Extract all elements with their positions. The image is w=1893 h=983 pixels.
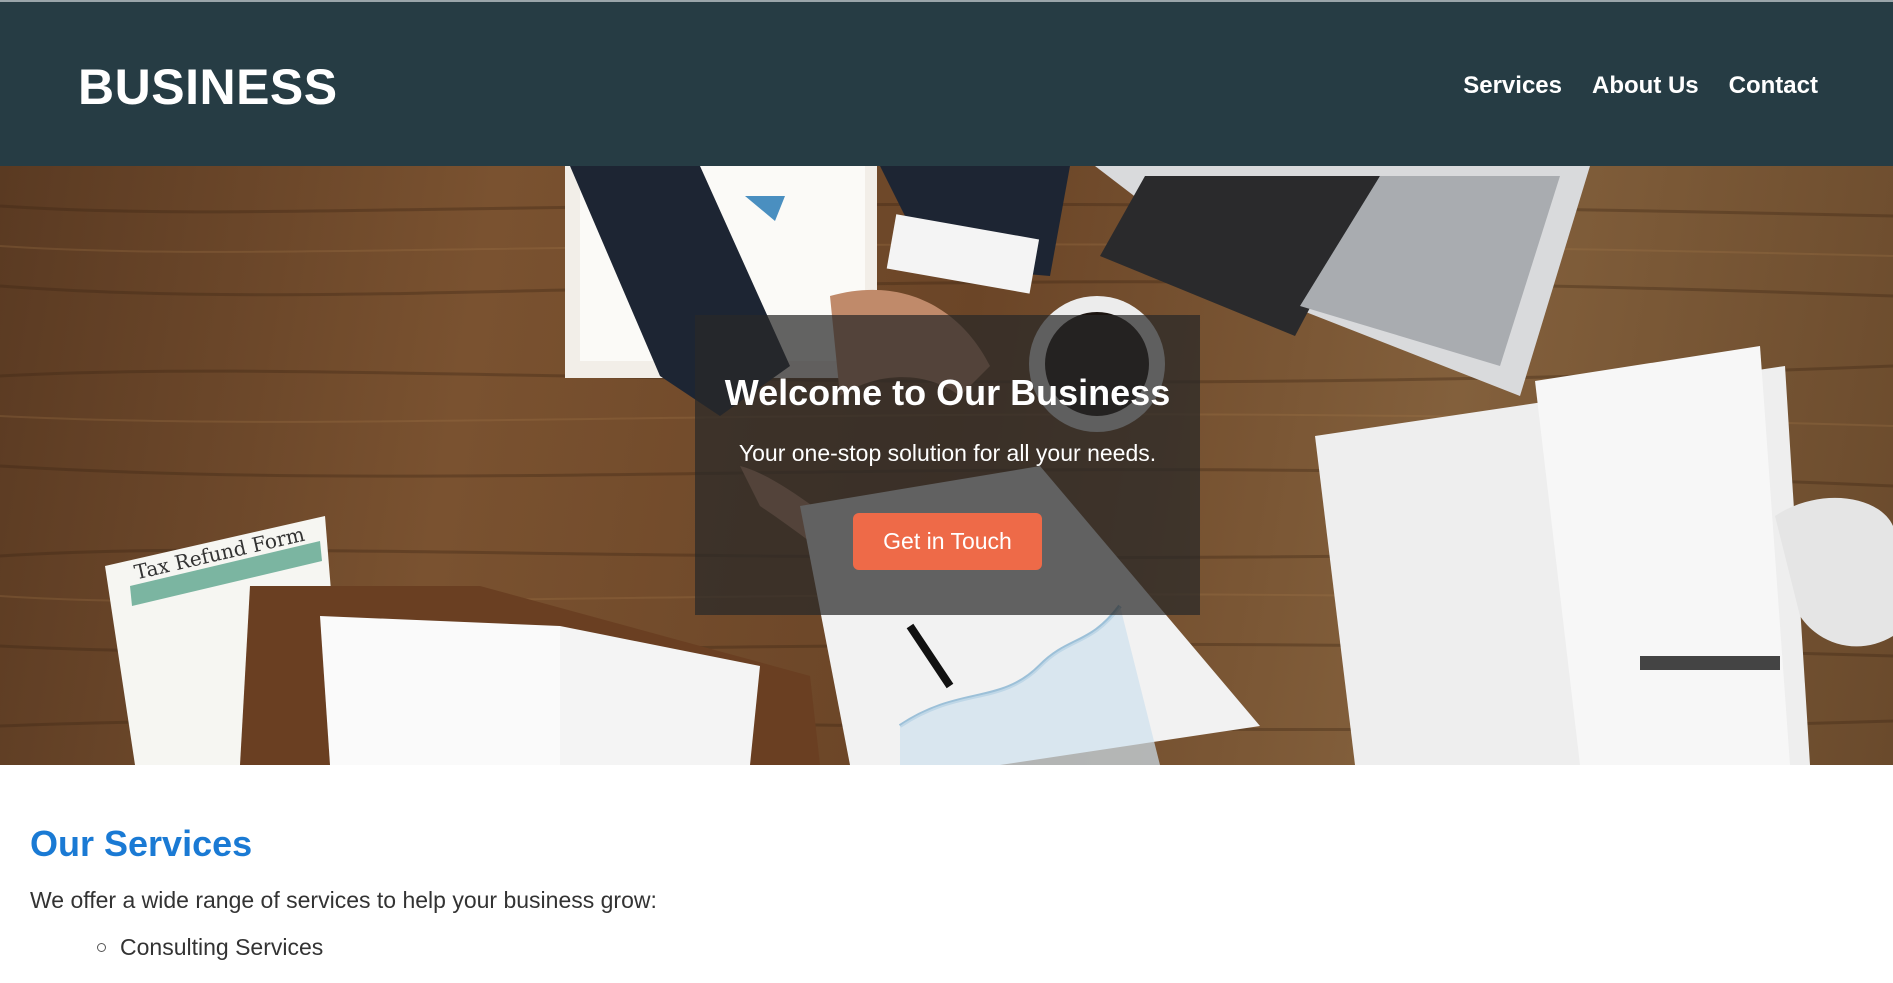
services-section: Our Services We offer a wide range of se… <box>30 823 1860 961</box>
get-in-touch-button[interactable]: Get in Touch <box>853 513 1042 570</box>
nav-link-about-us[interactable]: About Us <box>1592 72 1699 100</box>
main-nav: Services About Us Contact <box>1463 72 1818 100</box>
services-list: Consulting Services <box>97 934 1860 961</box>
hero-title: Welcome to Our Business <box>724 372 1171 413</box>
hero-overlay: Welcome to Our Business Your one-stop so… <box>695 315 1200 615</box>
list-item: Consulting Services <box>97 934 1860 961</box>
nav-link-contact[interactable]: Contact <box>1729 72 1818 100</box>
site-logo[interactable]: BUSINESS <box>78 58 338 116</box>
services-title: Our Services <box>30 823 253 864</box>
hero-subtitle: Your one-stop solution for all your need… <box>738 440 1157 466</box>
circle-bullet-icon <box>97 943 106 952</box>
nav-link-services[interactable]: Services <box>1463 72 1562 100</box>
service-label: Consulting Services <box>120 934 324 960</box>
hero-section: Tax Refund Form Welcome to Our Business … <box>0 166 1893 765</box>
site-header: BUSINESS Services About Us Contact <box>0 0 1893 166</box>
services-intro: We offer a wide range of services to hel… <box>30 887 657 913</box>
